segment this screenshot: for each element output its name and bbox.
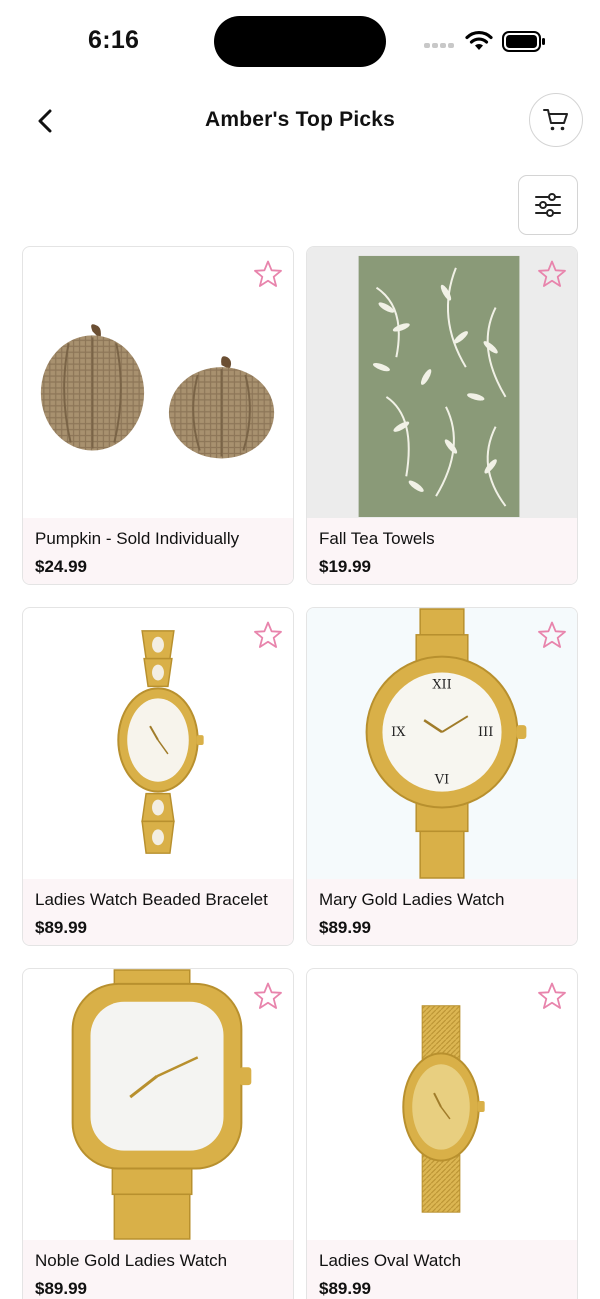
svg-text:IX: IX <box>391 725 406 740</box>
product-name: Ladies Oval Watch <box>319 1251 462 1270</box>
filter-button[interactable] <box>518 175 578 235</box>
product-card[interactable]: Fall Tea Towels $19.99 <box>306 246 578 585</box>
favorite-star-icon[interactable] <box>253 259 283 289</box>
product-card[interactable]: Ladies Watch Beaded Bracelet $89.99 <box>22 607 294 946</box>
cart-button[interactable] <box>529 93 583 147</box>
battery-icon <box>502 31 545 52</box>
product-price: $19.99 <box>319 557 371 576</box>
dynamic-island <box>214 16 386 67</box>
favorite-star-icon[interactable] <box>253 620 283 650</box>
nav-header: Amber's Top Picks <box>0 90 600 154</box>
product-price: $89.99 <box>319 918 371 937</box>
product-price: $89.99 <box>35 1279 87 1298</box>
page-title: Amber's Top Picks <box>204 108 396 131</box>
svg-text:XII: XII <box>432 677 451 692</box>
product-name: Fall Tea Towels <box>319 529 435 548</box>
product-card[interactable]: Ladies Oval Watch $89.99 <box>306 968 578 1299</box>
product-info: Noble Gold Ladies Watch $89.99 <box>23 1240 293 1299</box>
product-info: Pumpkin - Sold Individually $24.99 <box>23 518 293 584</box>
svg-text:VI: VI <box>434 773 449 788</box>
cart-icon <box>543 109 568 131</box>
wifi-icon <box>465 30 493 50</box>
cellular-signal-icon <box>424 36 456 48</box>
product-info: Mary Gold Ladies Watch $89.99 <box>307 879 577 945</box>
product-info: Fall Tea Towels $19.99 <box>307 518 577 584</box>
product-price: $89.99 <box>319 1279 371 1298</box>
favorite-star-icon[interactable] <box>253 981 283 1011</box>
svg-text:III: III <box>478 725 493 740</box>
product-name: Pumpkin - Sold Individually <box>35 529 240 548</box>
product-info: Ladies Oval Watch $89.99 <box>307 1240 577 1299</box>
product-card[interactable]: Noble Gold Ladies Watch $89.99 <box>22 968 294 1299</box>
sliders-icon <box>535 193 561 217</box>
status-time: 6:16 <box>88 26 140 54</box>
product-card[interactable]: XII III VI IX Mary Gold Ladies Watch $89.9… <box>306 607 578 946</box>
product-price: $24.99 <box>35 557 87 576</box>
status-bar: 6:16 <box>0 0 600 86</box>
product-info: Ladies Watch Beaded Bracelet $89.99 <box>23 879 293 945</box>
product-card[interactable]: Pumpkin - Sold Individually $24.99 <box>22 246 294 585</box>
product-name: Noble Gold Ladies Watch <box>35 1251 228 1270</box>
product-price: $89.99 <box>35 918 87 937</box>
favorite-star-icon[interactable] <box>537 981 567 1011</box>
favorite-star-icon[interactable] <box>537 259 567 289</box>
product-name: Mary Gold Ladies Watch <box>319 890 505 909</box>
favorite-star-icon[interactable] <box>537 620 567 650</box>
product-name: Ladies Watch Beaded Bracelet <box>35 890 268 909</box>
